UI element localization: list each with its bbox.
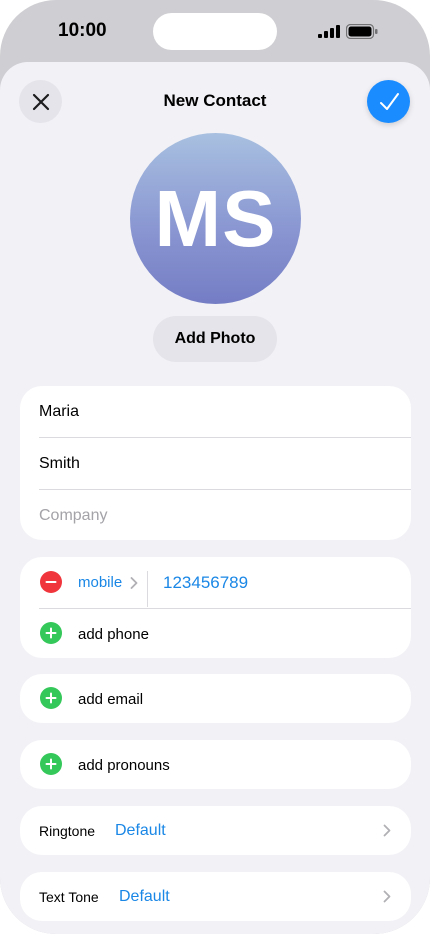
phone-card: mobile 123456789 add phone [20, 557, 411, 658]
dynamic-island [153, 13, 277, 50]
add-phone-button[interactable]: add phone [78, 626, 149, 643]
add-photo-button[interactable]: Add Photo [153, 316, 277, 362]
last-name-value: Smith [39, 454, 80, 472]
plus-icon [45, 758, 57, 770]
chevron-right-icon [383, 890, 391, 903]
text-tone-row[interactable]: Text Tone Default [20, 872, 411, 921]
add-email-row[interactable]: add email [20, 674, 411, 723]
divider [39, 608, 411, 609]
done-button[interactable] [367, 80, 410, 123]
status-bar: 10:00 [0, 0, 430, 62]
name-card: Maria Smith Company [20, 386, 411, 540]
company-field[interactable]: Company [39, 490, 411, 541]
avatar-initials: MS [154, 173, 277, 263]
add-pronouns-row[interactable]: add pronouns [20, 740, 411, 789]
page-title: New Contact [163, 91, 267, 110]
cellular-signal-icon [318, 25, 340, 38]
plus-icon [45, 627, 57, 639]
new-contact-sheet: New Contact MS Add Photo Maria Smith Com… [0, 62, 430, 934]
ringtone-row[interactable]: Ringtone Default [20, 806, 411, 855]
avatar[interactable]: MS [130, 133, 301, 304]
add-phone-icon[interactable] [40, 622, 62, 644]
phone-number-field[interactable]: 123456789 [163, 573, 248, 593]
phone-frame: 10:00 New Contact MS Add Photo Maria Smi… [0, 0, 430, 934]
text-tone-value: Default [119, 888, 170, 905]
add-pronouns-label: add pronouns [78, 757, 170, 774]
last-name-field[interactable]: Smith [39, 438, 411, 489]
add-pronouns-icon [40, 753, 62, 775]
chevron-right-icon [383, 824, 391, 837]
checkmark-icon [379, 92, 399, 110]
minus-icon [45, 581, 57, 583]
phone-label-selector[interactable]: mobile [78, 574, 122, 591]
remove-phone-button[interactable] [40, 571, 62, 593]
first-name-value: Maria [39, 402, 80, 420]
ringtone-value: Default [115, 822, 166, 839]
phone-number: 123456789 [163, 573, 249, 592]
ringtone-label: Ringtone [39, 823, 96, 839]
text-tone-label: Text Tone [39, 889, 99, 905]
chevron-right-icon [130, 577, 138, 589]
add-email-label: add email [78, 691, 144, 708]
status-time: 10:00 [58, 20, 107, 41]
battery-icon [346, 24, 378, 39]
phone-label: mobile [78, 574, 123, 591]
divider [147, 571, 148, 607]
plus-icon [45, 692, 57, 704]
first-name-field[interactable]: Maria [39, 386, 411, 437]
add-email-icon [40, 687, 62, 709]
company-placeholder: Company [39, 506, 108, 524]
